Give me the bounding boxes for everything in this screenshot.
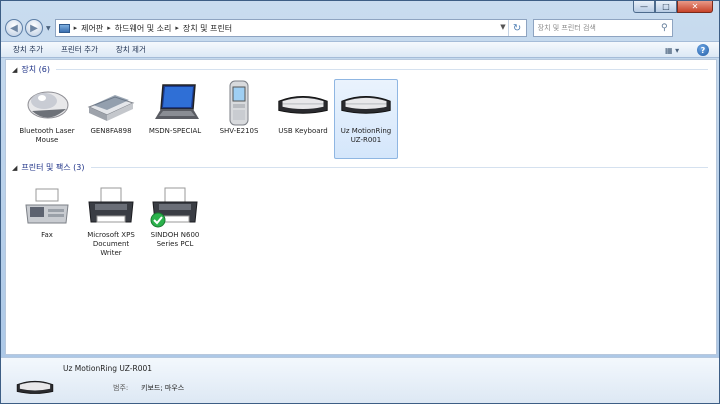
printer-icon (84, 184, 138, 230)
add-device-button[interactable]: 장치 추가 (13, 44, 43, 55)
refresh-icon: ↻ (512, 22, 522, 34)
device-label: Bluetooth Laser Mouse (19, 127, 75, 144)
printer-label: Fax (41, 231, 53, 239)
breadcrumb-separator[interactable]: ▸ (74, 24, 78, 32)
details-category-label: 범주: (113, 384, 129, 392)
back-arrow-icon: ◀ (10, 22, 18, 34)
control-panel-icon (58, 23, 70, 33)
command-bar: 장치 추가 프린터 추가 장치 제거 ▦ ▾ ? (1, 41, 719, 58)
device-item-phone[interactable]: SHV-E210S (208, 80, 270, 137)
forward-button[interactable]: ▶ (25, 19, 43, 37)
printer-label: Microsoft XPS Document Writer (87, 231, 135, 257)
printer-item-xps[interactable]: Microsoft XPS Document Writer (80, 184, 142, 259)
view-options-icon: ▦ ▾ (665, 45, 680, 55)
group-divider (56, 69, 708, 70)
search-input[interactable]: 장치 및 프린터 검색 ⚲ (532, 19, 673, 37)
minimize-button[interactable]: — (633, 1, 655, 13)
breadcrumb-hardware-sound[interactable]: 하드웨어 및 소리 (115, 23, 172, 34)
refresh-button[interactable]: ↻ (507, 20, 526, 36)
collapse-arrow-icon[interactable]: ◢ (12, 164, 17, 172)
breadcrumb-control-panel[interactable]: 제어판 (81, 23, 103, 34)
keyboard-icon (15, 375, 55, 399)
printer-default-icon (148, 184, 202, 230)
breadcrumb-separator[interactable]: ▸ (107, 24, 111, 32)
group-title: 장치 (6) (21, 65, 50, 74)
printer-item-sindoh[interactable]: SINDOH N600 Series PCL (144, 184, 206, 250)
forward-arrow-icon: ▶ (30, 22, 38, 34)
group-divider (90, 167, 708, 168)
collapse-arrow-icon[interactable]: ◢ (12, 66, 17, 74)
device-list: ◢ 장치 (6) Bluetooth Laser Mouse GEN8FA898… (5, 59, 717, 355)
close-button[interactable]: ✕ (677, 1, 713, 13)
mouse-icon (20, 80, 74, 126)
group-title: 프린터 및 팩스 (3) (21, 163, 85, 172)
group-header-devices[interactable]: ◢ 장치 (6) (12, 64, 708, 75)
breadcrumb-separator[interactable]: ▸ (175, 24, 179, 32)
change-view-button[interactable]: ▦ ▾ (665, 45, 681, 56)
address-bar[interactable]: ▸ 제어판 ▸ 하드웨어 및 소리 ▸ 장치 및 프린터 ▼ ↻ (54, 19, 527, 37)
device-item-laptop[interactable]: MSDN-SPECIAL (144, 80, 206, 137)
device-item-scanner[interactable]: GEN8FA898 (80, 80, 142, 137)
keyboard-icon (339, 80, 393, 126)
printer-item-fax[interactable]: Fax (16, 184, 78, 241)
breadcrumb-devices-printers[interactable]: 장치 및 프린터 (183, 23, 232, 34)
details-pane: Uz MotionRing UZ-R001 범주: 키보드; 마우스 (1, 357, 719, 403)
maximize-button[interactable]: □ (655, 1, 677, 13)
add-printer-button[interactable]: 프린터 추가 (61, 44, 98, 55)
remove-device-button[interactable]: 장치 제거 (116, 44, 146, 55)
device-label: Uz MotionRing UZ-R001 (340, 127, 392, 144)
back-button[interactable]: ◀ (5, 19, 23, 37)
laptop-icon (148, 80, 202, 126)
device-item-usb-keyboard[interactable]: USB Keyboard (272, 80, 334, 137)
device-label: MSDN-SPECIAL (148, 127, 202, 135)
group-header-printers[interactable]: ◢ 프린터 및 팩스 (3) (12, 162, 708, 173)
recent-pages-dropdown[interactable]: ▼ (46, 25, 51, 32)
keyboard-icon (276, 80, 330, 126)
caption-buttons: — □ ✕ (633, 1, 713, 13)
search-icon: ⚲ (661, 23, 668, 33)
phone-icon (212, 80, 266, 126)
toolbar-right: ▦ ▾ ? (665, 44, 709, 56)
navigation-bar: ◀ ▶ ▼ ▸ 제어판 ▸ 하드웨어 및 소리 ▸ 장치 및 프린터 ▼ ↻ 장… (5, 17, 717, 39)
help-button[interactable]: ? (697, 44, 709, 56)
details-category-value: 키보드; 마우스 (141, 384, 185, 392)
device-item-bluetooth-mouse[interactable]: Bluetooth Laser Mouse (16, 80, 78, 146)
fax-icon (20, 184, 74, 230)
address-dropdown-icon[interactable]: ▼ (500, 23, 505, 31)
details-title: Uz MotionRing UZ-R001 (63, 364, 153, 373)
device-label: SHV-E210S (219, 127, 259, 135)
devices-and-printers-window: — □ ✕ ◀ ▶ ▼ ▸ 제어판 ▸ 하드웨어 및 소리 ▸ 장치 및 프린터… (0, 0, 720, 404)
search-placeholder: 장치 및 프린터 검색 (537, 24, 596, 32)
device-label: USB Keyboard (278, 127, 328, 135)
device-item-uz-motionring[interactable]: Uz MotionRing UZ-R001 (334, 79, 398, 159)
printer-label: SINDOH N600 Series PCL (150, 231, 200, 248)
device-label: GEN8FA898 (90, 127, 132, 135)
scanner-icon (84, 80, 138, 126)
